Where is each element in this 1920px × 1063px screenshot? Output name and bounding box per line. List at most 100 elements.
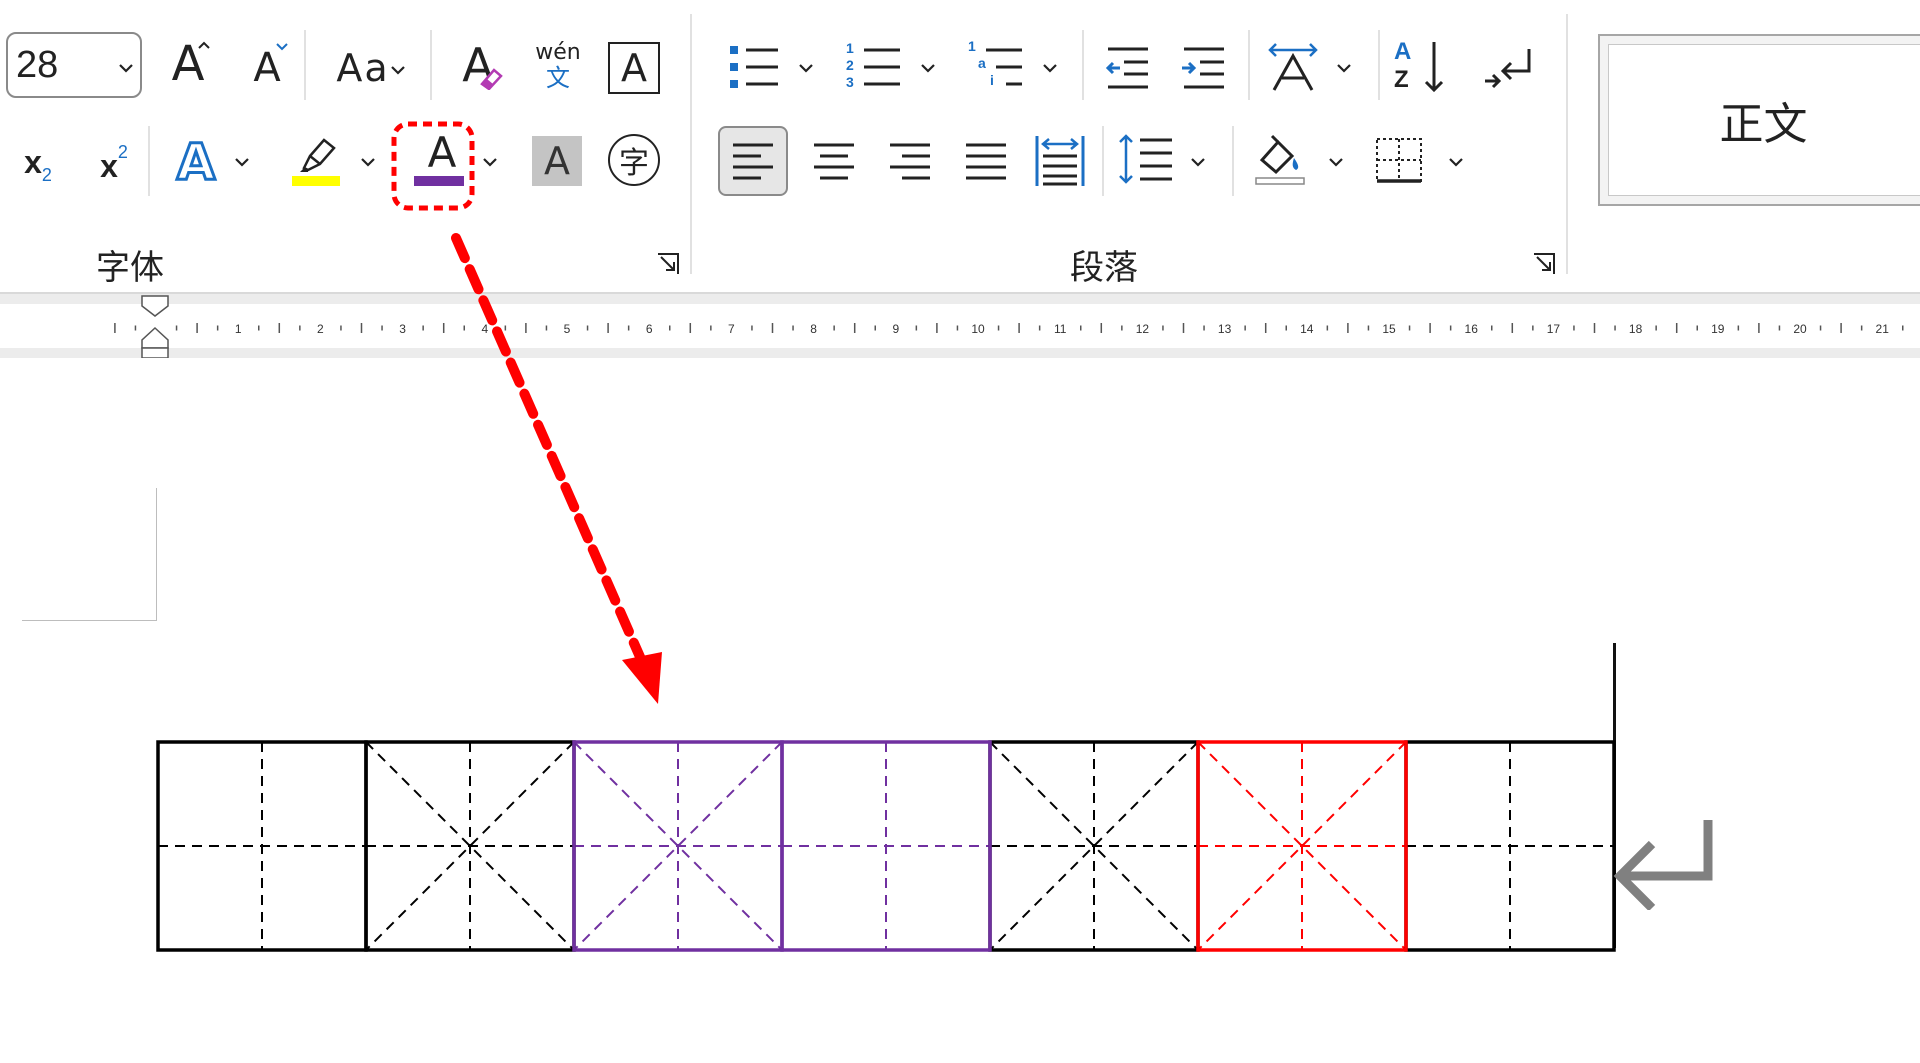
- asian-layout-button[interactable]: [1262, 40, 1358, 96]
- highlight-color-button[interactable]: [286, 128, 386, 196]
- paint-bucket-icon: [1255, 134, 1305, 185]
- ruler-number: 1: [235, 322, 242, 336]
- phonetic-char: 文: [546, 64, 570, 92]
- align-left-icon: [733, 143, 773, 180]
- paragraph-mark-icon: [1485, 49, 1531, 89]
- grid-cell-mi[interactable]: [573, 741, 783, 951]
- show-formatting-marks-button[interactable]: [1478, 38, 1538, 98]
- indent-markers-icon[interactable]: [140, 294, 170, 360]
- chevron-down-icon[interactable]: [920, 62, 936, 74]
- separator: [148, 126, 150, 196]
- separator: [1102, 126, 1104, 196]
- line-spacing-button[interactable]: [1116, 128, 1212, 194]
- chevron-down-icon[interactable]: [1190, 156, 1206, 168]
- align-center-button[interactable]: [804, 130, 864, 192]
- numbered-list-icon: [864, 48, 900, 86]
- highlight-swatch: [292, 176, 340, 186]
- ruler-number: 7: [728, 322, 735, 336]
- ribbon: A A Aa A wén 文 A x 2 x 2 A: [0, 0, 1920, 292]
- paragraph-group-label: 段落: [1070, 248, 1138, 288]
- chevron-down-icon[interactable]: [798, 62, 814, 74]
- font-size-input[interactable]: [16, 42, 96, 88]
- number-3: 3: [846, 74, 854, 90]
- shading-button[interactable]: [1250, 128, 1346, 194]
- decrease-indent-button[interactable]: [1100, 40, 1156, 96]
- bullet-list-icon: [730, 46, 778, 88]
- ruler-number: 13: [1218, 322, 1232, 336]
- grid-cell-mi[interactable]: [365, 741, 575, 951]
- asian-layout-icon: [1268, 43, 1318, 91]
- align-right-button[interactable]: [880, 130, 940, 192]
- justify-icon: [966, 143, 1006, 180]
- decrease-indent-icon: [1105, 47, 1148, 89]
- bullets-button[interactable]: [724, 40, 816, 96]
- chevron-down-icon[interactable]: [360, 156, 376, 168]
- shrink-font-button[interactable]: A: [238, 40, 296, 96]
- horizontal-ruler[interactable]: 1 2 3 4 5 6 7 8 9 10 11 12 13 14 15 16 17 18 19 20 21: [0, 292, 1920, 360]
- font-group-label: 字体: [96, 248, 164, 288]
- chevron-down-icon[interactable]: [234, 156, 250, 168]
- page-corner-mark: [22, 488, 157, 621]
- change-case-icon: Aa: [336, 46, 390, 90]
- font-size-select[interactable]: [6, 32, 142, 98]
- borders-icon: [1376, 138, 1422, 183]
- chevron-down-icon[interactable]: [1328, 156, 1344, 168]
- level-1: 1: [968, 38, 976, 54]
- grid-cell-mi[interactable]: [1197, 741, 1407, 951]
- chevron-down-icon[interactable]: [1336, 62, 1352, 74]
- increase-indent-icon: [1182, 47, 1224, 89]
- text-effects-icon: A: [175, 132, 217, 193]
- chevron-down-icon[interactable]: [1448, 156, 1464, 168]
- group-separator: [690, 14, 692, 274]
- numbering-button[interactable]: 1 2 3: [846, 40, 938, 96]
- superscript-button[interactable]: x 2: [90, 134, 138, 190]
- phonetic-pinyin: wén: [535, 40, 581, 65]
- separator: [304, 30, 306, 100]
- multilevel-icon: [986, 48, 1022, 86]
- phonetic-guide-button[interactable]: wén 文: [530, 34, 586, 98]
- caret-down-icon: [276, 43, 288, 51]
- grid-cell-mi[interactable]: [989, 741, 1199, 951]
- chevron-down-icon[interactable]: [1042, 62, 1058, 74]
- annotation-arrow: [391, 121, 662, 704]
- sort-a: A: [1394, 38, 1412, 65]
- grid-cell-tian[interactable]: [782, 742, 990, 950]
- number-1: 1: [846, 40, 854, 56]
- borders-button[interactable]: [1370, 128, 1466, 194]
- sort-z: Z: [1394, 66, 1409, 93]
- distributed-icon: [1035, 136, 1085, 186]
- line-spacing-icon: [1119, 134, 1172, 184]
- sort-button[interactable]: A Z: [1392, 38, 1452, 98]
- style-normal-tile[interactable]: 正文: [1598, 34, 1920, 206]
- character-border-button[interactable]: A: [608, 42, 660, 94]
- text-effects-button[interactable]: A: [164, 130, 254, 194]
- chevron-down-icon[interactable]: [118, 62, 134, 74]
- ruler-number: 9: [892, 322, 899, 336]
- align-left-button[interactable]: [718, 126, 788, 196]
- ruler-number: 17: [1547, 322, 1561, 336]
- clear-formatting-button[interactable]: A: [448, 34, 508, 96]
- grow-font-button[interactable]: A: [158, 34, 218, 94]
- change-case-button[interactable]: Aa: [318, 38, 408, 98]
- justify-button[interactable]: [956, 130, 1016, 192]
- character-grid-row[interactable]: [156, 740, 1616, 952]
- ruler-number: 2: [317, 322, 324, 336]
- increase-indent-button[interactable]: [1176, 40, 1232, 96]
- separator: [1378, 30, 1380, 100]
- subscript-icon: x: [24, 143, 42, 180]
- separator: [1248, 30, 1250, 100]
- subscript-button[interactable]: x 2: [14, 134, 62, 190]
- style-normal-preview: 正文: [1608, 44, 1920, 196]
- superscript-icon: x: [100, 147, 118, 184]
- chevron-down-icon[interactable]: [390, 64, 406, 76]
- document-page[interactable]: [0, 358, 1920, 1063]
- distributed-button[interactable]: [1030, 128, 1090, 194]
- superscript-digit: 2: [117, 141, 128, 162]
- subscript-digit: 2: [41, 164, 52, 185]
- paragraph-dialog-launcher-icon[interactable]: [1532, 252, 1556, 276]
- grid-cell-tian[interactable]: [158, 742, 366, 950]
- multilevel-list-button[interactable]: 1 a i: [968, 38, 1060, 96]
- ruler-number: 19: [1711, 322, 1725, 336]
- grid-cell-tian[interactable]: [1406, 742, 1614, 950]
- ruler-number: 12: [1136, 322, 1150, 336]
